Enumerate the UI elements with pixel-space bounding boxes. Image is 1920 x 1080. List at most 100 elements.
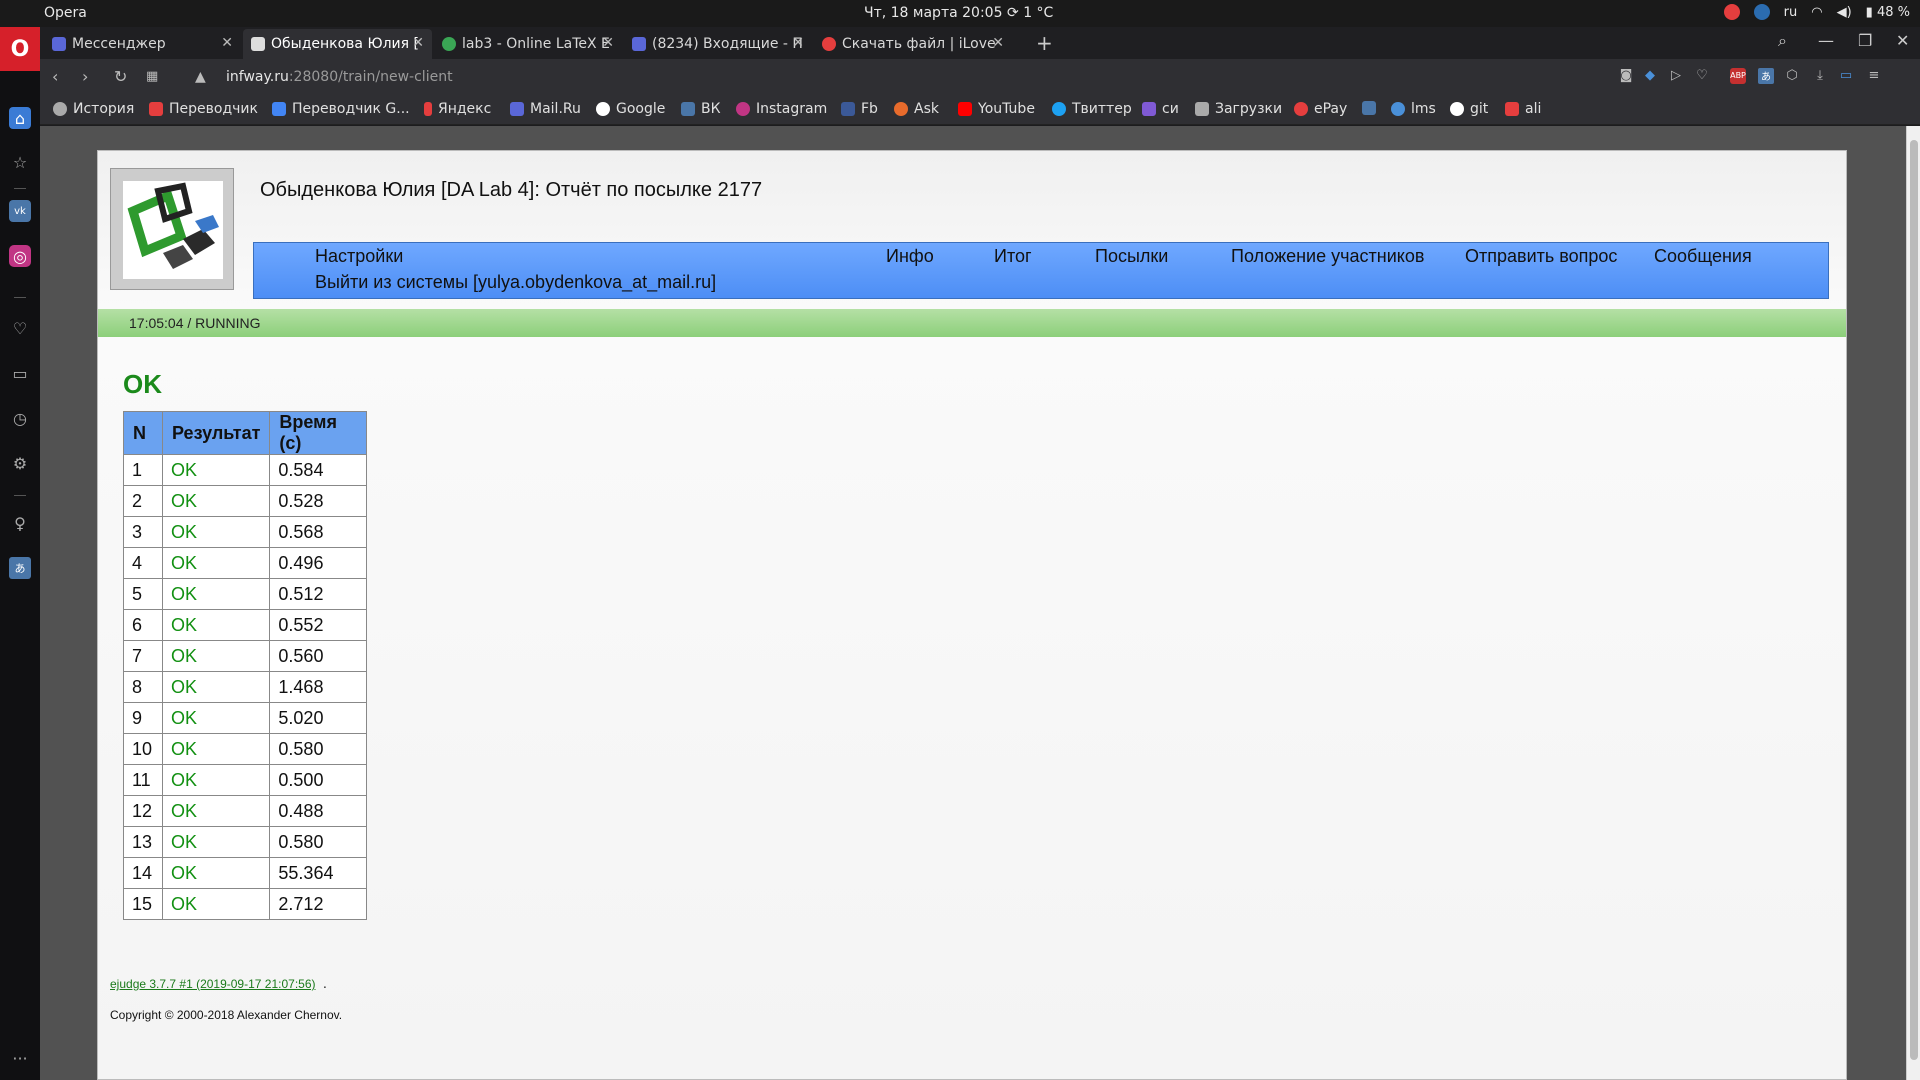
- os-app-name[interactable]: Opera: [44, 5, 87, 21]
- os-clock[interactable]: Чт, 18 марта 20:05: [864, 5, 1002, 21]
- shield-icon[interactable]: ◆: [1642, 68, 1658, 84]
- menu-info[interactable]: Инфо: [886, 246, 934, 267]
- test-time: 0.488: [269, 795, 368, 827]
- opera-logo-icon[interactable]: O: [0, 27, 40, 71]
- bookmark-lms[interactable]: lms: [1391, 101, 1436, 117]
- test-number: 8: [123, 671, 163, 703]
- reload-icon[interactable]: ↻: [114, 67, 127, 86]
- bookmark-instagram[interactable]: Instagram: [736, 101, 827, 117]
- facebook-icon: [841, 102, 855, 116]
- heart-icon[interactable]: ♡: [9, 317, 31, 339]
- tab-mail[interactable]: (8234) Входящие - П ✕: [624, 29, 812, 59]
- url-field[interactable]: infway.ru:28080/train/new-client: [226, 69, 453, 85]
- bookmark-git[interactable]: git: [1450, 101, 1488, 117]
- tab-label: lab3 - Online LaTeX E: [462, 36, 610, 52]
- new-tab-icon[interactable]: +: [1036, 31, 1053, 55]
- easy-setup-icon[interactable]: ≡: [1866, 68, 1882, 84]
- bookmark-label: ali: [1525, 101, 1542, 117]
- keyboard-lang[interactable]: ru: [1784, 5, 1798, 20]
- search-tabs-icon[interactable]: ⌕: [1778, 31, 1787, 51]
- download-icon[interactable]: ⤓: [1812, 68, 1828, 84]
- page-scrollbar[interactable]: [1906, 126, 1920, 1080]
- opera-tray-icon[interactable]: [1723, 4, 1740, 20]
- back-icon[interactable]: ‹: [52, 67, 58, 86]
- security-warning-icon[interactable]: ▲: [195, 69, 206, 85]
- bookmark-google-translate[interactable]: Переводчик G...: [272, 101, 410, 117]
- close-tab-icon[interactable]: ✕: [792, 35, 804, 51]
- bookmark-label: Google: [616, 101, 666, 117]
- bookmark-translator[interactable]: Переводчик: [149, 101, 258, 117]
- bookmark-vk-2[interactable]: [1362, 101, 1382, 115]
- camera-icon[interactable]: ◙: [1618, 68, 1634, 84]
- menu-logout[interactable]: Выйти из системы [yulya.obydenkova_at_ma…: [315, 272, 716, 293]
- bookmark-yandex[interactable]: Яндекс: [424, 101, 491, 117]
- test-time: 0.500: [269, 764, 368, 796]
- translate-icon[interactable]: あ: [9, 557, 31, 579]
- battery-saver-icon[interactable]: ▭: [1838, 68, 1854, 84]
- battery-indicator[interactable]: ▮ 48 %: [1866, 5, 1910, 20]
- test-result: OK: [161, 764, 271, 796]
- tab-ilovepdf[interactable]: Скачать файл | iLove ✕: [814, 29, 1012, 59]
- test-results-table: N Результат Время (с) 1 OK 0.584 2 OK 0.528 3 O…: [123, 411, 368, 920]
- test-time: 0.552: [269, 609, 368, 641]
- bookmark-youtube[interactable]: YouTube: [958, 101, 1035, 117]
- os-weather[interactable]: ⟳ 1 °C: [1007, 5, 1053, 21]
- tab-messenger[interactable]: Мессенджер ✕: [44, 29, 241, 59]
- bookmark-label: Загрузки: [1215, 101, 1283, 117]
- close-tab-icon[interactable]: ✕: [602, 35, 614, 51]
- bookmark-twitter[interactable]: Твиттер: [1052, 101, 1132, 117]
- translator-icon: [149, 102, 163, 116]
- menu-submissions[interactable]: Посылки: [1095, 246, 1168, 267]
- hp-tray-icon[interactable]: [1753, 4, 1770, 20]
- menu-standings[interactable]: Положение участников: [1231, 246, 1424, 267]
- adblock-icon[interactable]: ABP: [1730, 68, 1746, 84]
- menu-summary[interactable]: Итог: [994, 246, 1032, 267]
- scrollbar-thumb[interactable]: [1910, 140, 1918, 1060]
- bookmarks-star-icon[interactable]: ☆: [9, 151, 31, 173]
- lightbulb-icon[interactable]: ♀: [9, 512, 31, 534]
- ejudge-version-link[interactable]: ejudge 3.7.7 #1 (2019-09-17 21:07:56): [110, 977, 316, 991]
- close-tab-icon[interactable]: ✕: [221, 35, 233, 51]
- volume-icon[interactable]: ◀): [1837, 5, 1852, 20]
- send-icon[interactable]: ▷: [1668, 68, 1684, 84]
- instagram-icon[interactable]: ◎: [9, 245, 31, 267]
- bookmark-vk[interactable]: ВК: [681, 101, 721, 117]
- bookmark-mailru[interactable]: Mail.Ru: [510, 101, 581, 117]
- translate-ext-icon[interactable]: あ: [1758, 68, 1774, 84]
- close-tab-icon[interactable]: ✕: [412, 35, 424, 51]
- tab-ejudge[interactable]: Обыденкова Юлия [ ✕: [243, 29, 432, 59]
- home-icon[interactable]: ⌂: [9, 107, 31, 129]
- history-clock-icon[interactable]: ◷: [9, 407, 31, 429]
- vk-icon[interactable]: vk: [9, 200, 31, 222]
- github-icon: [1450, 102, 1464, 116]
- bookmark-epay[interactable]: ePay: [1294, 101, 1347, 117]
- test-result: OK: [161, 516, 271, 548]
- bookmark-history[interactable]: История: [53, 101, 134, 117]
- menu-ask-question[interactable]: Отправить вопрос: [1465, 246, 1617, 267]
- minimize-icon[interactable]: —: [1818, 31, 1834, 50]
- close-window-icon[interactable]: ✕: [1896, 31, 1909, 50]
- menu-settings[interactable]: Настройки: [315, 246, 403, 267]
- player-icon[interactable]: ▭: [9, 362, 31, 384]
- bookmark-downloads[interactable]: Загрузки: [1195, 101, 1282, 117]
- bookmark-google[interactable]: Google: [596, 101, 665, 117]
- footer-period: .: [323, 977, 327, 991]
- bookmark-facebook[interactable]: Fb: [841, 101, 878, 117]
- os-menubar: Opera Чт, 18 марта 20:05 ⟳ 1 °C ru ◠ ◀) …: [0, 0, 1920, 27]
- forward-icon[interactable]: ›: [82, 67, 88, 86]
- close-tab-icon[interactable]: ✕: [992, 35, 1004, 51]
- bookmark-si[interactable]: си: [1142, 101, 1179, 117]
- bookmark-ali[interactable]: ali: [1505, 101, 1541, 117]
- cube-icon[interactable]: ⬡: [1784, 68, 1800, 84]
- more-options-icon[interactable]: ···: [9, 1047, 31, 1069]
- settings-gear-icon[interactable]: ⚙: [9, 452, 31, 474]
- restore-icon[interactable]: ❐: [1858, 31, 1872, 50]
- speed-dial-icon[interactable]: ▦: [146, 69, 158, 84]
- tab-overleaf[interactable]: lab3 - Online LaTeX E ✕: [434, 29, 622, 59]
- contest-status-bar: 17:05:04 / RUNNING: [98, 309, 1846, 337]
- column-header-time: Время (с): [269, 411, 368, 455]
- wifi-icon[interactable]: ◠: [1811, 5, 1822, 20]
- heart-icon[interactable]: ♡: [1694, 68, 1710, 84]
- menu-messages[interactable]: Сообщения: [1654, 246, 1752, 267]
- bookmark-ask[interactable]: Ask: [894, 101, 939, 117]
